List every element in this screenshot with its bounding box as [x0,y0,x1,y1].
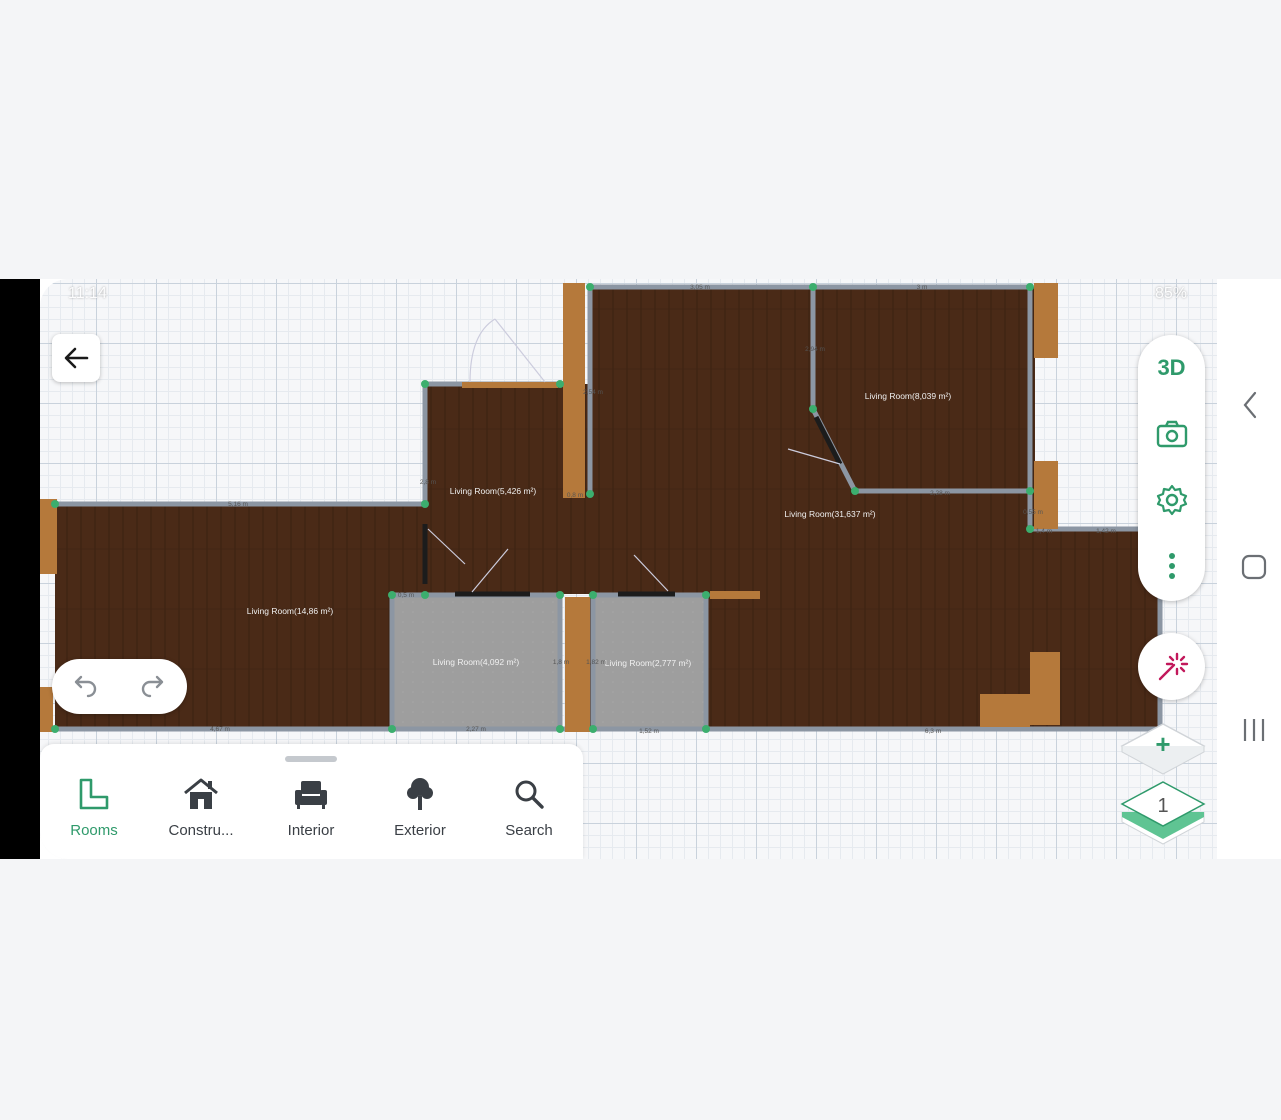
dimension-label: 0,55 m [1023,509,1043,516]
room-label[interactable]: Living Room(8,039 m²) [865,391,952,401]
dimension-label: 5,16 m [228,501,248,508]
tab-interior[interactable]: Interior [261,774,361,854]
drag-handle[interactable] [285,756,337,762]
magic-wand-icon [1158,652,1188,680]
house-icon [184,778,218,809]
room-label[interactable]: Living Room(5,426 m²) [450,486,537,496]
system-nav-bar [1217,279,1281,859]
dimension-label: 0,5 m [398,592,414,599]
room-label[interactable]: Living Room(31,637 m²) [784,509,875,519]
dimension-label: 2,8 m [420,479,436,486]
tab-label: Interior [287,822,335,839]
more-vertical-icon [1168,553,1175,579]
dimension-label: 2,28 m [930,490,950,497]
undo-icon[interactable] [72,672,100,700]
tab-search[interactable]: Search [479,774,579,854]
tab-rooms[interactable]: Rooms [44,774,144,854]
room-label[interactable]: Living Room(4,092 m²) [433,657,520,667]
tab-label: Search [505,822,553,839]
view-toolbar: 3D [1138,335,1205,601]
search-icon [515,780,544,809]
dimension-label: 1,4 m [1036,528,1052,535]
dimension-label: 4,67 m [210,726,230,733]
dimension-label: 6,3 m [925,728,941,735]
dimension-label: 1,42 m [1096,528,1116,535]
tab-construction[interactable]: Constru... [151,774,251,854]
dimension-label: 1,8 m [553,659,569,666]
dimension-label: 2,94 m [805,346,825,353]
camera-button[interactable] [1138,401,1205,467]
status-time: 11:14 [68,285,107,302]
dimension-label: 1,82 m [586,659,606,666]
app-canvas[interactable]: Living Room(8,039 m²) Living Room(5,426 … [40,279,1217,859]
device-edge [0,279,40,859]
view-3d-button[interactable]: 3D [1138,335,1205,401]
add-floor-label: + [1155,729,1170,759]
floor-selector[interactable]: + 1 [1118,719,1208,849]
floor-1-button[interactable]: 1 [1120,781,1206,845]
dimension-label: 1,52 m [639,728,659,735]
floor-number: 1 [1157,795,1168,817]
camera-icon [1156,420,1187,448]
magic-button[interactable] [1138,633,1205,700]
tree-icon [407,778,433,810]
dimension-label: 0,8 m [567,492,583,499]
home-nav-icon[interactable] [1241,554,1267,580]
tab-exterior[interactable]: Exterior [370,774,470,854]
gear-icon [1156,484,1187,516]
bottom-tab-bar: Rooms Constru... Interior Exterior Searc… [40,744,583,859]
dimension-label: 2,54 m [583,389,603,396]
room-label[interactable]: Living Room(2,777 m²) [605,658,692,668]
back-button[interactable] [52,334,100,382]
redo-icon[interactable] [138,672,166,700]
dimension-label: 2,27 m [466,726,486,733]
tab-label: Exterior [394,822,446,839]
armchair-icon [295,781,327,809]
settings-button[interactable] [1138,467,1205,533]
room-label[interactable]: Living Room(14,86 m²) [247,606,334,616]
dimension-label: 3 m [917,284,928,291]
recents-nav-icon[interactable] [1241,717,1267,743]
status-battery: 85% [1154,285,1187,302]
tab-label: Rooms [70,822,118,839]
add-floor-button[interactable]: + [1120,723,1206,775]
more-button[interactable] [1138,533,1205,599]
room-shape-icon [79,778,109,810]
arrow-left-icon [64,347,89,369]
dimension-label: 3,05 m [690,284,710,291]
tab-label: Constru... [168,822,234,839]
undo-redo-bar [52,659,187,714]
back-nav-icon[interactable] [1242,391,1258,419]
